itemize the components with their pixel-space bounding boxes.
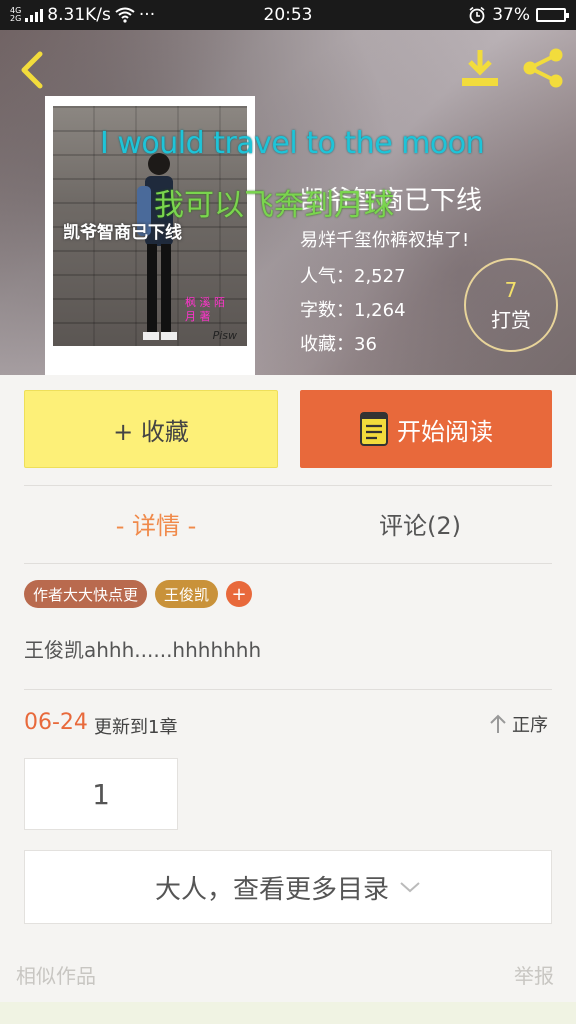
- update-text: 更新到1章: [94, 717, 178, 738]
- status-right: 37%: [468, 5, 569, 25]
- divider: [24, 563, 552, 564]
- more-catalog-button[interactable]: 大人，查看更多目录: [24, 850, 552, 924]
- tip-button[interactable]: 7 打赏: [464, 258, 558, 352]
- chapter-number: 1: [92, 777, 110, 811]
- status-bar: 4G 2G 8.31K/s ··· 20:53 37%: [0, 0, 576, 30]
- download-button[interactable]: [458, 46, 502, 90]
- update-date: 06-24: [24, 710, 88, 735]
- tip-count: 7: [504, 278, 518, 302]
- start-reading-label: 开始阅读: [397, 417, 493, 446]
- cover-author-text: 枫 溪 陌 月 著: [185, 296, 225, 323]
- chevron-left-icon: [21, 51, 43, 89]
- chapter-item[interactable]: 1: [24, 758, 178, 830]
- network-speed: 8.31K/s: [47, 5, 111, 25]
- cover-person-figure: [137, 153, 177, 340]
- arrow-up-icon: [490, 714, 506, 733]
- share-button[interactable]: [520, 46, 566, 90]
- share-icon: [523, 48, 563, 88]
- divider: [24, 485, 552, 486]
- start-reading-button[interactable]: 开始阅读: [300, 390, 552, 468]
- tab-detail[interactable]: - 详情 -: [24, 506, 288, 541]
- bottom-strip: [0, 1002, 576, 1024]
- download-icon: [462, 50, 498, 86]
- cover-signature: Pisw: [212, 329, 237, 342]
- signal-icon: [25, 8, 44, 22]
- more-catalog-label: 大人，查看更多目录: [154, 874, 389, 905]
- book-header: 凯爷智商已下线 枫 溪 陌 月 著 Pisw I would travel to…: [0, 30, 576, 375]
- status-left: 4G 2G 8.31K/s ···: [10, 5, 210, 25]
- more-indicator: ···: [138, 5, 156, 25]
- favorites-stat: 收藏：36: [300, 334, 377, 355]
- word-count-stat: 字数：1,264: [300, 300, 406, 321]
- tag-item[interactable]: 作者大大快点更: [24, 580, 148, 608]
- battery-percent: 37%: [492, 5, 530, 25]
- tag-item[interactable]: 王俊凯: [155, 580, 219, 608]
- sort-label: 正序: [512, 715, 548, 736]
- book-intro: 王俊凯ahhh......hhhhhhh: [24, 638, 262, 662]
- similar-works-link[interactable]: 相似作品: [16, 960, 96, 989]
- wifi-icon: [115, 7, 135, 23]
- tip-label: 打赏: [491, 308, 531, 332]
- add-favorite-label: + 收藏: [113, 417, 189, 446]
- book-icon: [360, 412, 388, 446]
- chevron-down-icon: [400, 882, 420, 893]
- add-tag-button[interactable]: +: [226, 581, 253, 607]
- alarm-icon: [469, 6, 485, 24]
- divider: [24, 689, 552, 690]
- report-link[interactable]: 举报: [514, 960, 554, 989]
- popularity-stat: 人气：2,527: [300, 266, 406, 287]
- tag-list: 作者大大快点更 王俊凯 +: [24, 580, 253, 608]
- add-favorite-button[interactable]: + 收藏: [24, 390, 278, 468]
- tab-comments[interactable]: 评论(2): [288, 506, 552, 541]
- battery-icon: [536, 8, 569, 22]
- lyric-overlay-en: I would travel to the moon: [100, 126, 485, 161]
- back-button[interactable]: [14, 48, 50, 92]
- network-type: 4G 2G: [10, 7, 21, 23]
- book-description: 易烊千玺你裤衩掉了!: [300, 230, 470, 251]
- network-2g: 2G: [10, 14, 22, 23]
- lyric-overlay-cn: 我可以飞奔到月球: [154, 188, 394, 223]
- sort-order-button[interactable]: 正序: [488, 711, 548, 737]
